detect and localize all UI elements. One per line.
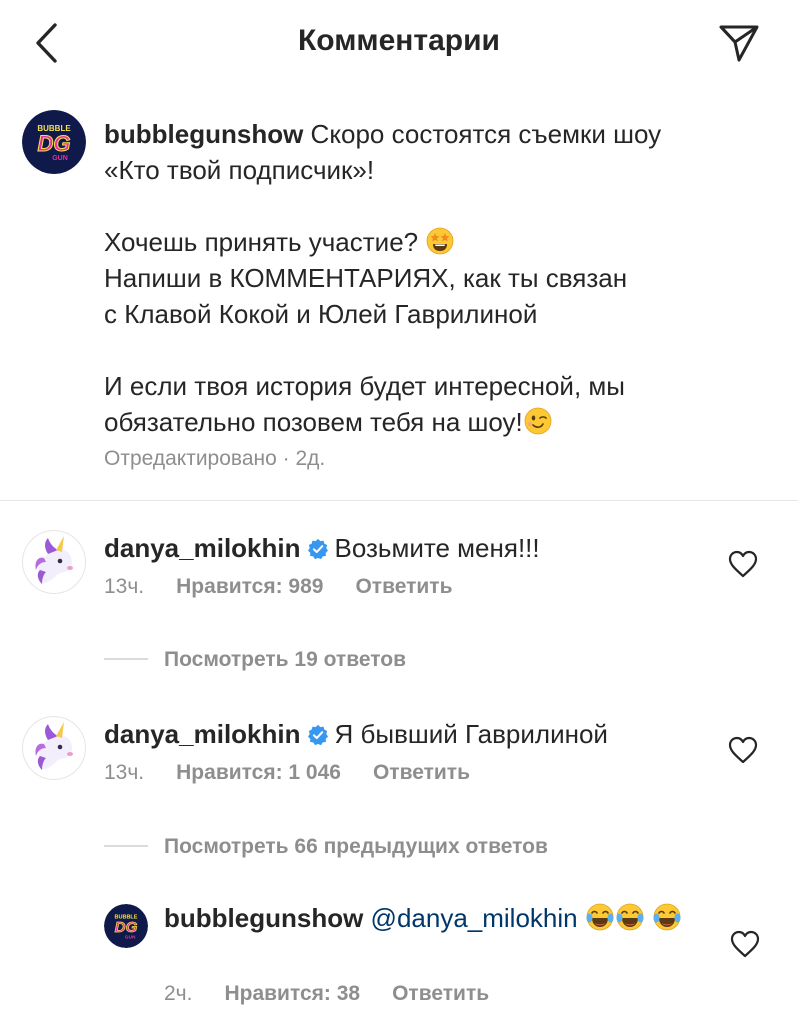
comment-time: 2ч. xyxy=(164,982,193,1005)
logo-text-bottom: GUN xyxy=(52,155,68,162)
star-struck-emoji-icon xyxy=(425,226,455,256)
top-bar: Комментарии xyxy=(0,0,798,88)
likes-link[interactable]: Нравится: 989 xyxy=(176,575,323,598)
page-title: Комментарии xyxy=(297,24,501,57)
comment-username[interactable]: bubblegunshow xyxy=(164,903,363,933)
divider xyxy=(0,500,798,501)
comment-meta: 13ч. Нравится: 989 Ответить xyxy=(104,575,453,599)
reply-button[interactable]: Ответить xyxy=(355,575,452,598)
paper-plane-icon xyxy=(719,25,759,62)
caption-text: bubblegunshow Скоро состоятся съемки шоу… xyxy=(104,116,744,440)
tears-of-joy-emoji-icon xyxy=(585,902,615,932)
avatar[interactable] xyxy=(104,904,148,948)
likes-link[interactable]: Нравится: 1 046 xyxy=(176,761,341,784)
caption-meta: Отредактировано · 2д. xyxy=(104,447,326,470)
caption-line: обязательно позовем тебя на шоу! xyxy=(104,407,523,437)
divider xyxy=(104,845,148,847)
caption-line: с Клавой Кокой и Юлей Гаврилиной xyxy=(104,299,538,329)
tears-of-joy-emoji-icon xyxy=(652,902,682,932)
likes-link[interactable]: Нравится: 38 xyxy=(224,982,360,1005)
share-button[interactable] xyxy=(712,18,766,68)
unicorn-avatar-icon xyxy=(22,716,86,780)
comment-time: 13ч. xyxy=(104,761,145,784)
verified-badge-icon xyxy=(307,724,329,746)
comment-time: 13ч. xyxy=(104,575,145,598)
heart-outline-icon[interactable] xyxy=(728,550,758,578)
caption-line: Напиши в КОММЕНТАРИЯХ, как ты связан xyxy=(104,263,628,293)
divider xyxy=(104,658,148,660)
heart-outline-icon[interactable] xyxy=(728,736,758,764)
reply-button[interactable]: Ответить xyxy=(373,761,470,784)
comment-text: bubblegunshow @danya_milokhin xyxy=(164,900,724,936)
caption-username[interactable]: bubblegunshow xyxy=(104,119,303,149)
reply-button[interactable]: Ответить xyxy=(392,982,489,1005)
comment-username[interactable]: danya_milokhin xyxy=(104,533,301,563)
avatar[interactable] xyxy=(22,530,86,594)
view-replies-label: Посмотреть 19 ответов xyxy=(164,648,406,671)
view-replies-button[interactable]: Посмотреть 66 предыдущих ответов xyxy=(104,835,548,859)
caption-line: Хочешь принять участие? xyxy=(104,227,419,257)
comment-body: Я бывший Гаврилиной xyxy=(334,719,608,749)
mention-link[interactable]: @danya_milokhin xyxy=(371,903,578,933)
heart-outline-icon[interactable] xyxy=(730,930,760,958)
tears-of-joy-emoji-icon xyxy=(615,902,645,932)
comment-body: Возьмите меня!!! xyxy=(334,533,540,563)
avatar[interactable]: BUBBLE DG GUN xyxy=(22,110,86,174)
logo-text-main: DG xyxy=(38,131,71,156)
comment-meta: 2ч. Нравится: 38 Ответить xyxy=(164,982,489,1006)
bubblegun-logo-avatar xyxy=(104,904,148,948)
caption-line: И если твоя история будет интересной, мы xyxy=(104,371,625,401)
comment-meta: 13ч. Нравится: 1 046 Ответить xyxy=(104,761,470,785)
comment-text: danya_milokhin Я бывший Гаврилиной xyxy=(104,716,608,752)
comment-text: danya_milokhin Возьмите меня!!! xyxy=(104,530,540,566)
caption-line: Скоро состоятся съемки шоу xyxy=(310,119,662,149)
view-replies-label: Посмотреть 66 предыдущих ответов xyxy=(164,835,548,858)
winking-face-emoji-icon xyxy=(523,406,553,436)
view-replies-button[interactable]: Посмотреть 19 ответов xyxy=(104,648,406,672)
comment-username[interactable]: danya_milokhin xyxy=(104,719,301,749)
avatar[interactable] xyxy=(22,716,86,780)
unicorn-avatar-icon xyxy=(22,530,86,594)
caption-line: «Кто твой подписчик»! xyxy=(104,155,375,185)
verified-badge-icon xyxy=(307,538,329,560)
